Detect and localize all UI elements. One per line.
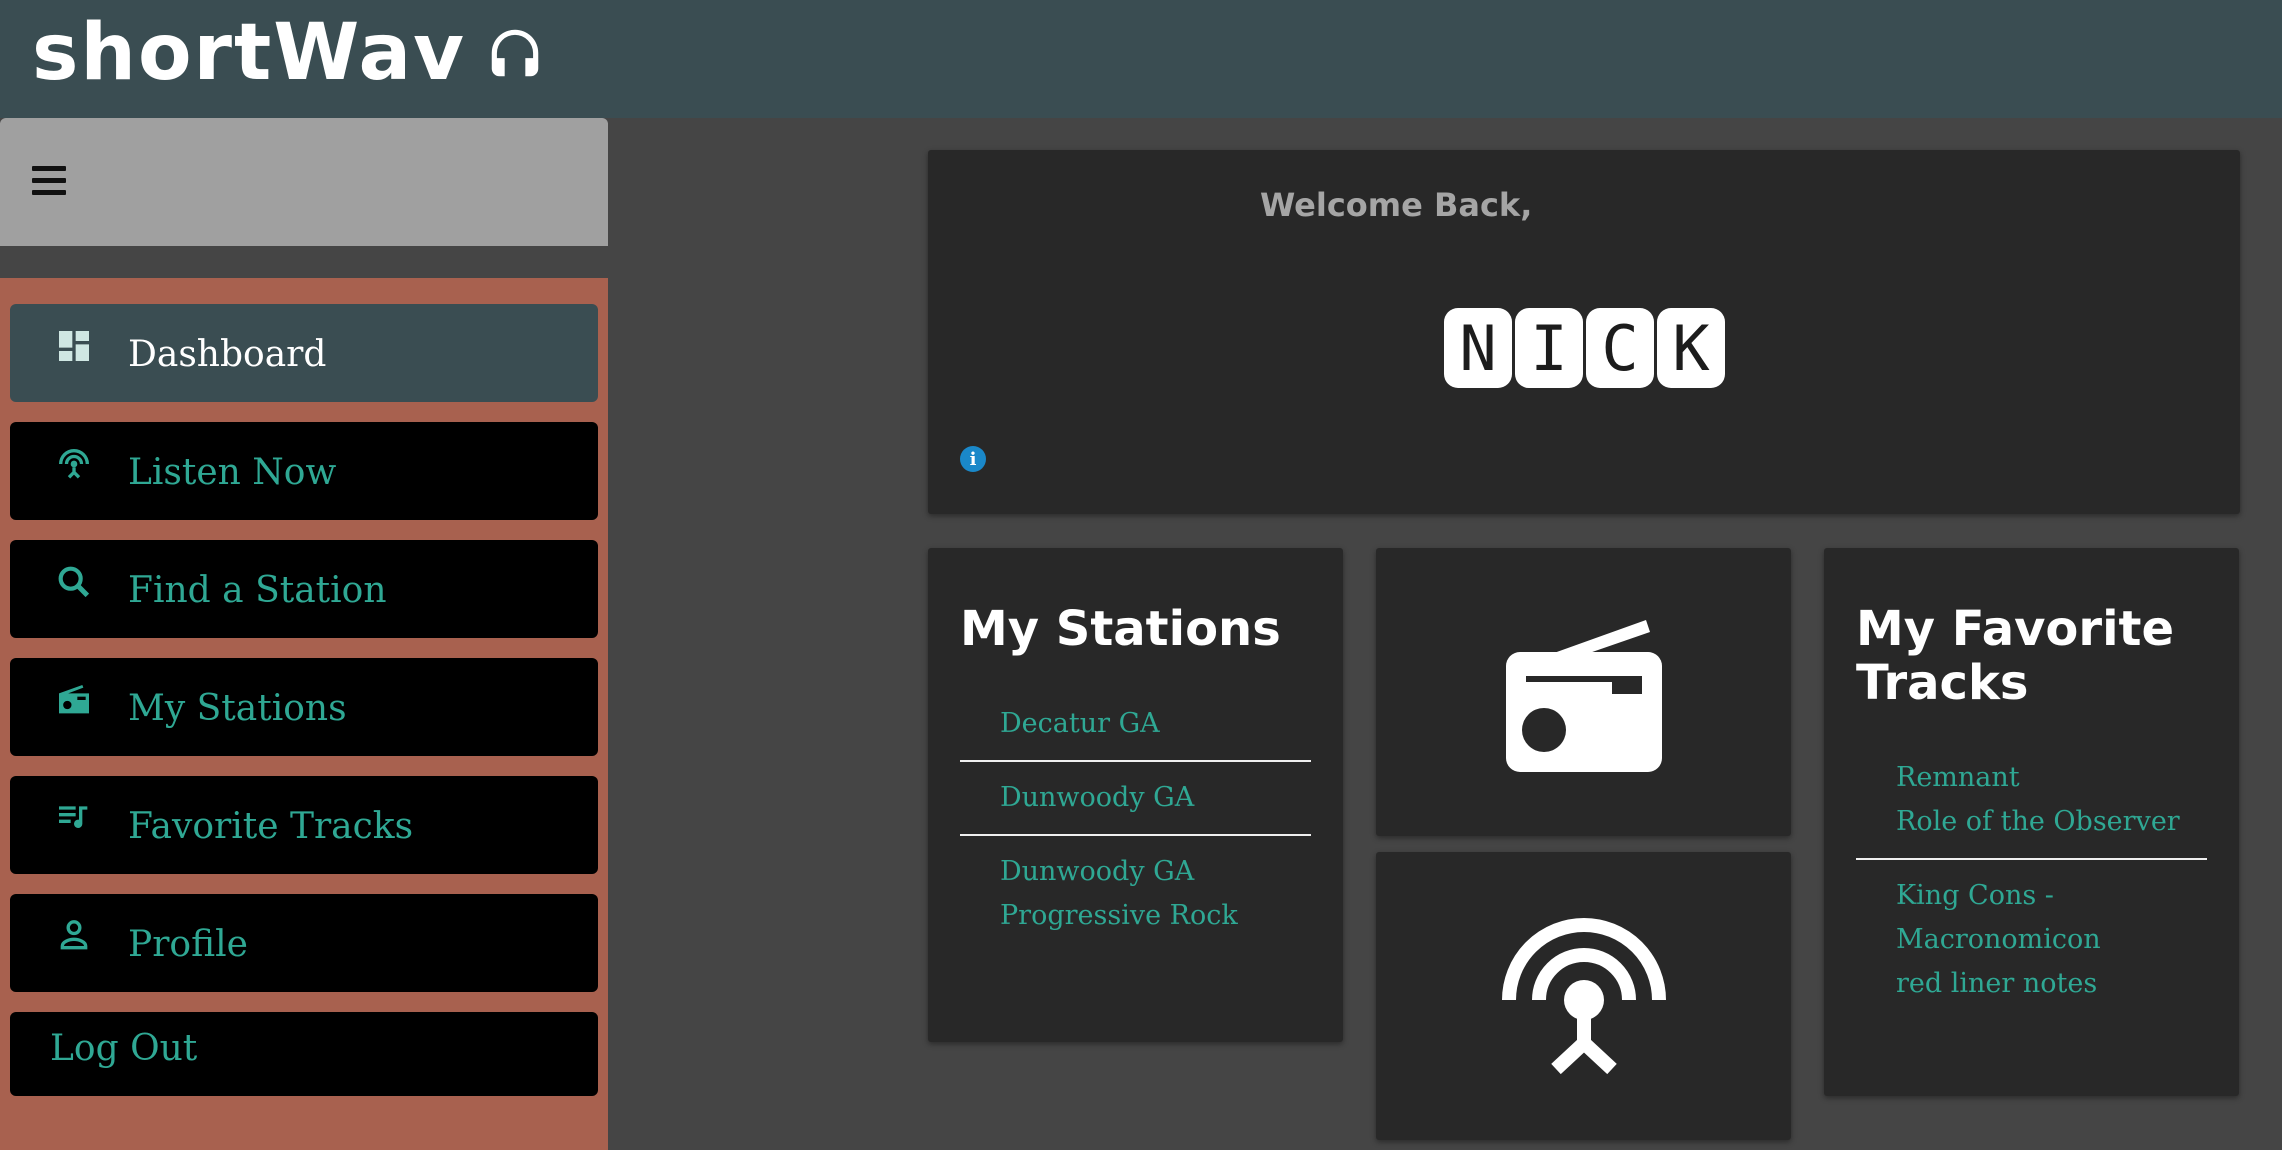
user-name: N I C K [1444, 308, 1725, 388]
sidebar-header [0, 118, 608, 246]
name-letter-tile: I [1515, 308, 1583, 388]
station-name: Dunwoody GA [1000, 782, 1195, 813]
app-logo[interactable]: shortWav [32, 8, 546, 98]
favorite-tracks-title: My Favorite Tracks [1856, 602, 2174, 710]
radio-shortcut-card[interactable] [1376, 548, 1791, 836]
sidebar-item-label: My Stations [128, 688, 347, 729]
sidebar-item-label: Dashboard [128, 334, 327, 375]
name-letter-tile: N [1444, 308, 1512, 388]
sidebar-item-listen-now[interactable]: Listen Now [10, 422, 598, 520]
sidebar-item-favorite-tracks[interactable]: Favorite Tracks [10, 776, 598, 874]
radio-icon [1505, 620, 1662, 772]
station-name: Decatur GA [1000, 708, 1160, 739]
hamburger-menu-icon[interactable] [32, 166, 66, 200]
logout-label: Log Out [50, 1028, 198, 1069]
podcast-antenna-icon [59, 449, 89, 479]
dashboard-icon [59, 331, 89, 361]
title-line: My Favorite [1856, 601, 2175, 657]
tracks-list: Remnant Role of the Observer King Cons -… [1856, 742, 2207, 1020]
sidebar-item-my-stations[interactable]: My Stations [10, 658, 598, 756]
my-stations-title: My Stations [960, 601, 1281, 657]
sidebar-item-profile[interactable]: Profile [10, 894, 598, 992]
track-album: red liner notes [1896, 968, 2098, 999]
list-item[interactable]: Remnant Role of the Observer [1856, 742, 2207, 860]
track-title: Remnant [1896, 762, 2020, 793]
list-item[interactable]: King Cons - Macronomicon red liner notes [1856, 860, 2207, 1020]
sidebar-divider [0, 246, 608, 278]
station-genre: Progressive Rock [1000, 900, 1238, 931]
headphones-icon [491, 29, 539, 77]
track-artist: Macronomicon [1896, 924, 2101, 955]
sidebar: Dashboard Listen Now Find a Station My S… [0, 278, 608, 1150]
listen-now-shortcut-card[interactable] [1376, 852, 1791, 1140]
podcast-antenna-icon [1501, 918, 1666, 1075]
my-stations-card: My Stations Decatur GA Dunwoody GA Dunwo… [928, 548, 1343, 1042]
name-letter-tile: K [1657, 308, 1725, 388]
sidebar-item-dashboard[interactable]: Dashboard [10, 304, 598, 402]
name-letter-tile: C [1586, 308, 1654, 388]
list-item[interactable]: Dunwoody GA [960, 762, 1311, 836]
title-line: Tracks [1856, 655, 2029, 711]
station-name: Dunwoody GA [1000, 856, 1195, 887]
sidebar-item-label: Profile [128, 924, 248, 965]
logout-button[interactable]: Log Out [10, 1012, 598, 1096]
queue-music-icon [59, 806, 88, 828]
info-icon[interactable]: i [960, 446, 986, 472]
sidebar-item-label: Listen Now [128, 452, 337, 493]
welcome-greeting: Welcome Back, [1260, 186, 1533, 224]
person-icon [60, 920, 88, 950]
track-title: King Cons - [1896, 880, 2054, 911]
sidebar-item-label: Find a Station [128, 570, 387, 611]
stations-list: Decatur GA Dunwoody GA Dunwoody GA Progr… [960, 688, 1311, 952]
search-icon [58, 566, 90, 598]
list-item[interactable]: Dunwoody GA Progressive Rock [960, 836, 1311, 952]
sidebar-item-find-station[interactable]: Find a Station [10, 540, 598, 638]
radio-icon [59, 685, 89, 714]
app-title: shortWav [32, 8, 467, 98]
top-bar: shortWav [0, 0, 2282, 118]
welcome-card: Welcome Back, N I C K i [928, 150, 2240, 514]
list-item[interactable]: Decatur GA [960, 688, 1311, 762]
sidebar-item-label: Favorite Tracks [128, 806, 414, 847]
track-artist: Role of the Observer [1896, 806, 2180, 837]
favorite-tracks-card: My Favorite Tracks Remnant Role of the O… [1824, 548, 2239, 1096]
